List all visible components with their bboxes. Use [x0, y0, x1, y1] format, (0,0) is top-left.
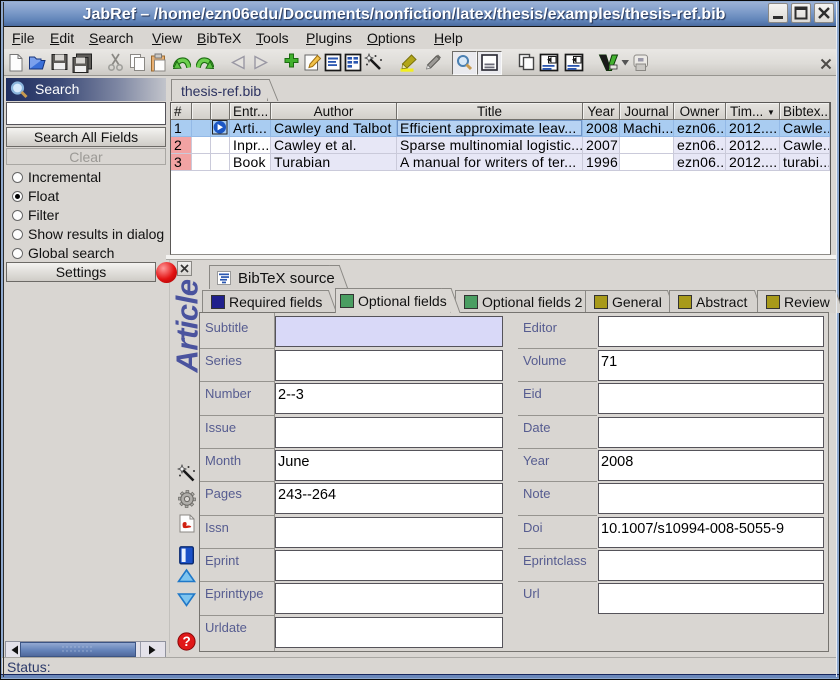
svg-text:?: ? — [182, 634, 190, 649]
